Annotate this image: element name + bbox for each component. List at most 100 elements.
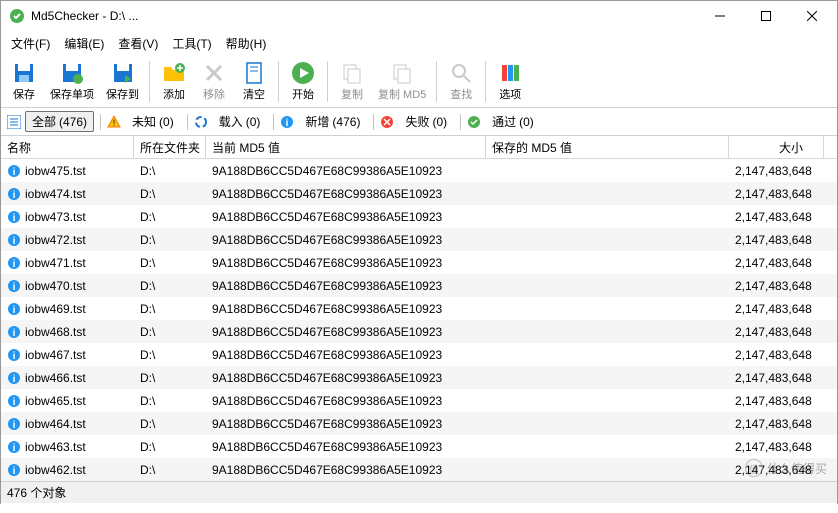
filter-unknown[interactable]: 未知(0) — [125, 111, 181, 132]
file-name: iobw475.tst — [25, 164, 86, 178]
table-row[interactable]: iiobw468.tstD:\9A188DB6CC5D467E68C99386A… — [1, 320, 837, 343]
file-md5: 9A188DB6CC5D467E68C99386A5E10923 — [206, 348, 486, 362]
save-item-button[interactable]: 保存单项 — [45, 59, 99, 104]
svg-text:i: i — [286, 118, 289, 129]
svg-text:i: i — [13, 351, 16, 362]
table-row[interactable]: iiobw472.tstD:\9A188DB6CC5D467E68C99386A… — [1, 228, 837, 251]
file-name: iobw471.tst — [25, 256, 86, 270]
toolbar-separator — [149, 61, 150, 102]
table-row[interactable]: i iobw473.tst D:\9A188DB6CC5D467E68C99386A… — [1, 205, 837, 228]
info-icon: i — [7, 371, 21, 385]
file-md5: 9A188DB6CC5D467E68C99386A5E10923 — [206, 210, 486, 224]
file-name: iobw466.tst — [25, 371, 86, 385]
info-icon: i — [7, 302, 21, 316]
filter-fail[interactable]: 失败(0) — [398, 111, 454, 132]
info-icon: i — [7, 463, 21, 477]
svg-text:i: i — [13, 282, 16, 293]
start-button[interactable]: 开始 — [284, 59, 322, 104]
table-row[interactable]: iiobw463.tstD:\9A188DB6CC5D467E68C99386A… — [1, 435, 837, 458]
clear-icon — [242, 61, 266, 85]
table-row[interactable]: iiobw464.tstD:\9A188DB6CC5D467E68C99386A… — [1, 412, 837, 435]
maximize-button[interactable] — [743, 1, 789, 31]
file-md5: 9A188DB6CC5D467E68C99386A5E10923 — [206, 463, 486, 477]
info-icon: i — [7, 394, 21, 408]
svg-text:i: i — [13, 374, 16, 385]
menu-view[interactable]: 查看(V) — [112, 33, 164, 54]
file-name: iobw473.tst — [25, 210, 86, 224]
table-row[interactable]: iiobw471.tstD:\9A188DB6CC5D467E68C99386A… — [1, 251, 837, 274]
svg-text:i: i — [13, 213, 16, 224]
col-saved[interactable]: 保存的 MD5 值 — [486, 136, 729, 158]
clear-button[interactable]: 清空 — [235, 59, 273, 104]
table-row[interactable]: iiobw462.tstD:\9A188DB6CC5D467E68C99386A… — [1, 458, 837, 481]
col-folder[interactable]: 所在文件夹 — [134, 136, 206, 158]
file-folder: D:\ — [134, 417, 206, 431]
find-button[interactable]: 查找 — [442, 59, 480, 104]
info-icon: i — [7, 279, 21, 293]
col-md5[interactable]: 当前 MD5 值 — [206, 136, 486, 158]
table-row[interactable]: i iobw467.tst D:\9A188DB6CC5D467E68C99386A… — [1, 343, 837, 366]
table-header: 名称 所在文件夹 当前 MD5 值 保存的 MD5 值 大小 — [1, 136, 837, 159]
table-row[interactable]: iiobw469.tstD:\9A188DB6CC5D467E68C99386A… — [1, 297, 837, 320]
file-folder: D:\ — [134, 348, 206, 362]
file-folder: D:\ — [134, 394, 206, 408]
filter-new[interactable]: 新增(476) — [298, 111, 367, 132]
toolbar-separator — [436, 61, 437, 102]
file-folder: D:\ — [134, 371, 206, 385]
file-folder: D:\ — [134, 463, 206, 477]
file-size: 2,147,483,648 — [729, 302, 824, 316]
file-folder: D:\ — [134, 210, 206, 224]
toolbar: 保存 保存单项 保存到 添加 移除 清空 开始 复制 复制 MD5 查找 选项 — [1, 56, 837, 108]
save-to-icon — [111, 61, 135, 85]
error-icon — [380, 115, 394, 129]
table-row[interactable]: iiobw475.tstD:\9A188DB6CC5D467E68C99386A… — [1, 159, 837, 182]
copy-button[interactable]: 复制 — [333, 59, 371, 104]
close-button[interactable] — [789, 1, 835, 31]
file-md5: 9A188DB6CC5D467E68C99386A5E10923 — [206, 164, 486, 178]
file-name: iobw469.tst — [25, 302, 86, 316]
table-row[interactable]: iiobw465.tstD:\9A188DB6CC5D467E68C99386A… — [1, 389, 837, 412]
svg-text:i: i — [13, 397, 16, 408]
svg-text:i: i — [13, 190, 16, 201]
find-icon — [449, 61, 473, 85]
filter-pass[interactable]: 通过(0) — [485, 111, 541, 132]
file-md5: 9A188DB6CC5D467E68C99386A5E10923 — [206, 394, 486, 408]
svg-text:i: i — [13, 167, 16, 178]
table-row[interactable]: iiobw466.tstD:\9A188DB6CC5D467E68C99386A… — [1, 366, 837, 389]
table-row[interactable]: iiobw470.tstD:\9A188DB6CC5D467E68C99386A… — [1, 274, 837, 297]
file-name: iobw467.tst — [25, 348, 86, 362]
file-size: 2,147,483,648 — [729, 371, 824, 385]
filter-loading[interactable]: 载入(0) — [212, 111, 268, 132]
file-folder: D:\ — [134, 279, 206, 293]
file-md5: 9A188DB6CC5D467E68C99386A5E10923 — [206, 302, 486, 316]
save-button[interactable]: 保存 — [5, 59, 43, 104]
menu-file[interactable]: 文件(F) — [5, 33, 56, 54]
remove-icon — [202, 61, 226, 85]
window-title: Md5Checker - D:\ ... — [31, 9, 697, 23]
col-size[interactable]: 大小 — [729, 136, 824, 158]
menu-tools[interactable]: 工具(T) — [166, 33, 217, 54]
col-name[interactable]: 名称 — [1, 136, 134, 158]
file-size: 2,147,483,648 — [729, 210, 824, 224]
loading-icon — [194, 115, 208, 129]
copy-md5-icon — [390, 61, 414, 85]
file-name: iobw474.tst — [25, 187, 86, 201]
toolbar-separator — [278, 61, 279, 102]
save-to-button[interactable]: 保存到 — [101, 59, 144, 104]
add-button[interactable]: 添加 — [155, 59, 193, 104]
folder-add-icon — [162, 61, 186, 85]
toolbar-separator — [485, 61, 486, 102]
file-folder: D:\ — [134, 256, 206, 270]
file-folder: D:\ — [134, 325, 206, 339]
svg-text:i: i — [13, 466, 16, 477]
minimize-button[interactable] — [697, 1, 743, 31]
menu-help[interactable]: 帮助(H) — [220, 33, 273, 54]
table-row[interactable]: iiobw474.tstD:\9A188DB6CC5D467E68C99386A… — [1, 182, 837, 205]
options-button[interactable]: 选项 — [491, 59, 529, 104]
filter-all[interactable]: 全部(476) — [25, 111, 94, 132]
info-icon: i — [7, 233, 21, 247]
remove-button[interactable]: 移除 — [195, 59, 233, 104]
menu-edit[interactable]: 编辑(E) — [58, 33, 110, 54]
copy-md5-button[interactable]: 复制 MD5 — [373, 59, 431, 104]
svg-text:!: ! — [113, 118, 116, 128]
